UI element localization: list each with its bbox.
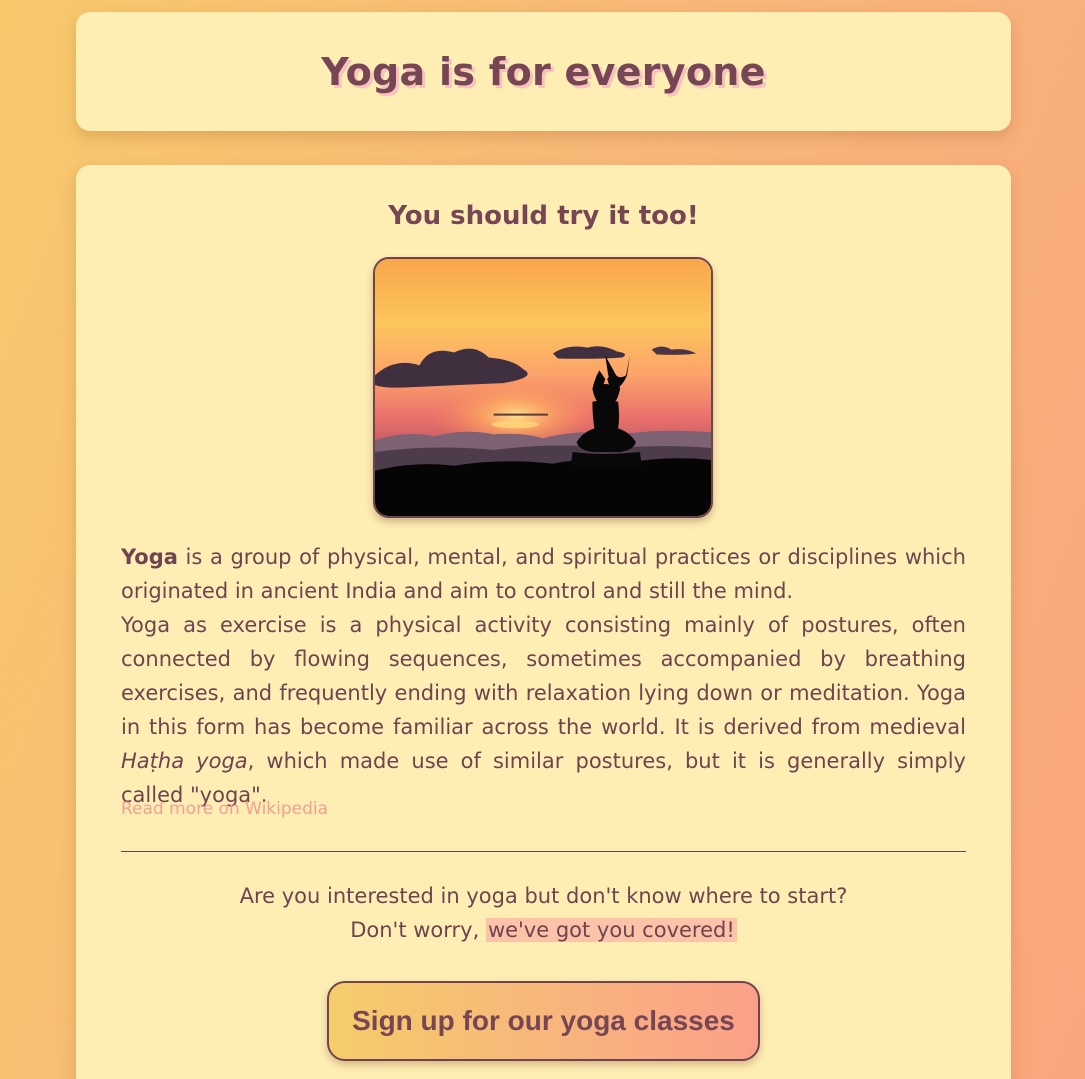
intro-text: is a group of physical, mental, and spir… xyxy=(121,545,966,603)
wikipedia-link[interactable]: Read more on Wikipedia xyxy=(121,799,328,819)
sunset-meditation-image xyxy=(375,259,711,516)
yoga-description: Yoga is a group of physical, mental, and… xyxy=(121,540,966,812)
cta-question: Are you interested in yoga but don't kno… xyxy=(239,884,848,908)
hatha-yoga-term: Haṭha yoga xyxy=(121,749,248,773)
cta-reassurance: Don't worry, we've got you covered! xyxy=(76,913,1011,947)
intro-paragraph: Yoga is a group of physical, mental, and… xyxy=(121,540,966,608)
exercise-text: Yoga as exercise is a physical activity … xyxy=(121,613,966,739)
yoga-bold-term: Yoga xyxy=(121,545,178,569)
page-title: Yoga is for everyone xyxy=(321,49,766,94)
cta-highlight: we've got you covered! xyxy=(485,918,737,942)
header-card: Yoga is for everyone xyxy=(76,12,1011,131)
hero-image xyxy=(373,257,713,518)
section-subtitle: You should try it too! xyxy=(388,201,699,231)
cta-prefix: Don't worry, xyxy=(350,918,486,942)
cta-message: Are you interested in yoga but don't kno… xyxy=(76,879,1011,947)
signup-button[interactable]: Sign up for our yoga classes xyxy=(327,981,760,1061)
section-divider xyxy=(121,851,966,852)
main-card: You should try it too! Yoga is a group o… xyxy=(76,165,1011,1079)
exercise-paragraph: Yoga as exercise is a physical activity … xyxy=(121,608,966,812)
